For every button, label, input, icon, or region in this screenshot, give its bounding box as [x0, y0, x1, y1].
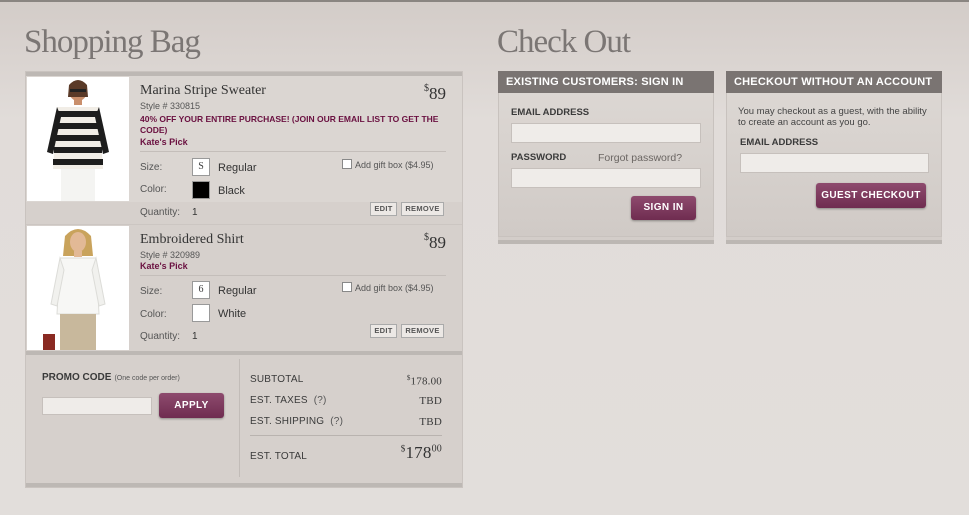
- guest-checkout-button[interactable]: GUEST CHECKOUT: [816, 183, 926, 208]
- apply-button[interactable]: APPLY: [159, 393, 224, 418]
- guest-info-text: You may checkout as a guest, with the ab…: [738, 106, 927, 128]
- shipping-help-link[interactable]: (?): [330, 416, 343, 427]
- totals-divider: [239, 359, 240, 477]
- size-value: Regular: [218, 285, 257, 297]
- remove-button[interactable]: REMOVE: [401, 324, 444, 338]
- product-name[interactable]: Embroidered Shirt: [140, 232, 244, 248]
- bag-bottom-bar: [26, 483, 462, 487]
- shipping-row: EST. SHIPPING (?) TBD: [250, 416, 442, 428]
- color-swatch: [192, 181, 210, 199]
- totals-separator: [250, 435, 442, 436]
- checkout-heading: Check Out: [497, 24, 631, 60]
- kates-pick-label: Kate's Pick: [140, 261, 188, 271]
- gift-box-option[interactable]: Add gift box ($4.95): [342, 159, 434, 170]
- shopping-bag-panel: Marina Stripe Sweater Style # 330815 40%…: [25, 71, 463, 488]
- size-box: 6: [192, 281, 210, 299]
- promo-and-totals: PROMO CODE (One code per order) APPLY SUB…: [26, 355, 462, 483]
- edit-button[interactable]: EDIT: [370, 324, 397, 338]
- taxes-help-link[interactable]: (?): [314, 395, 327, 406]
- gift-box-option[interactable]: Add gift box ($4.95): [342, 282, 434, 293]
- product-price: $89: [424, 83, 446, 103]
- separator: [140, 151, 446, 152]
- password-label: PASSWORD: [511, 152, 567, 163]
- shopping-bag-heading: Shopping Bag: [24, 24, 201, 60]
- size-box: S: [192, 158, 210, 176]
- quantity-label: Quantity:: [140, 331, 181, 342]
- separator: [140, 275, 446, 276]
- remove-button[interactable]: REMOVE: [401, 202, 444, 216]
- bag-item: Marina Stripe Sweater Style # 330815 40%…: [26, 76, 462, 218]
- product-style-number: Style # 320989: [140, 250, 201, 260]
- guest-panel-footer: [726, 240, 942, 244]
- signin-panel-title: EXISTING CUSTOMERS: SIGN IN: [498, 71, 714, 93]
- quantity-value: 1: [192, 331, 198, 342]
- edit-button[interactable]: EDIT: [370, 202, 397, 216]
- color-value: Black: [218, 185, 245, 197]
- signin-password-field[interactable]: [511, 168, 701, 188]
- product-image-shirt[interactable]: [27, 226, 129, 350]
- quantity-label: Quantity:: [140, 207, 181, 218]
- sign-in-button[interactable]: SIGN IN: [631, 196, 696, 220]
- guest-email-field[interactable]: [740, 153, 929, 173]
- quantity-value: 1: [192, 207, 198, 218]
- signin-panel-body: EMAIL ADDRESS PASSWORD Forgot password? …: [498, 93, 714, 237]
- guest-panel-body: You may checkout as a guest, with the ab…: [726, 93, 942, 237]
- total-row: EST. TOTAL $17800: [250, 443, 442, 462]
- product-price: $89: [424, 232, 446, 252]
- email-label: EMAIL ADDRESS: [740, 137, 819, 148]
- signin-panel: EXISTING CUSTOMERS: SIGN IN EMAIL ADDRES…: [498, 71, 714, 244]
- color-value: White: [218, 308, 247, 320]
- product-style-number: Style # 330815: [140, 101, 201, 111]
- color-label: Color:: [140, 184, 167, 195]
- bag-item: Embroidered Shirt Style # 320989 Kate's …: [26, 224, 462, 351]
- product-image-sweater[interactable]: [27, 77, 129, 201]
- taxes-row: EST. TAXES (?) TBD: [250, 395, 442, 407]
- promo-message: 40% OFF YOUR ENTIRE PURCHASE! (JOIN OUR …: [140, 114, 439, 135]
- gift-box-checkbox[interactable]: [342, 282, 352, 292]
- guest-panel-title: CHECKOUT WITHOUT AN ACCOUNT: [726, 71, 942, 93]
- signin-panel-footer: [498, 240, 714, 244]
- forgot-password-link[interactable]: Forgot password?: [598, 152, 682, 164]
- size-value: Regular: [218, 162, 257, 174]
- email-label: EMAIL ADDRESS: [511, 107, 590, 118]
- product-name[interactable]: Marina Stripe Sweater: [140, 83, 266, 99]
- subtotal-row: SUBTOTAL $178.00: [250, 374, 442, 388]
- gift-box-checkbox[interactable]: [342, 159, 352, 169]
- size-label: Size:: [140, 286, 163, 297]
- size-label: Size:: [140, 162, 163, 173]
- kates-pick-label: Kate's Pick: [140, 137, 188, 147]
- color-label: Color:: [140, 309, 167, 320]
- top-border: [0, 0, 969, 2]
- promo-code-input[interactable]: [42, 397, 152, 415]
- guest-checkout-panel: CHECKOUT WITHOUT AN ACCOUNT You may chec…: [726, 71, 942, 244]
- signin-email-field[interactable]: [511, 123, 701, 143]
- promo-code-label: PROMO CODE (One code per order): [42, 372, 180, 383]
- color-swatch: [192, 304, 210, 322]
